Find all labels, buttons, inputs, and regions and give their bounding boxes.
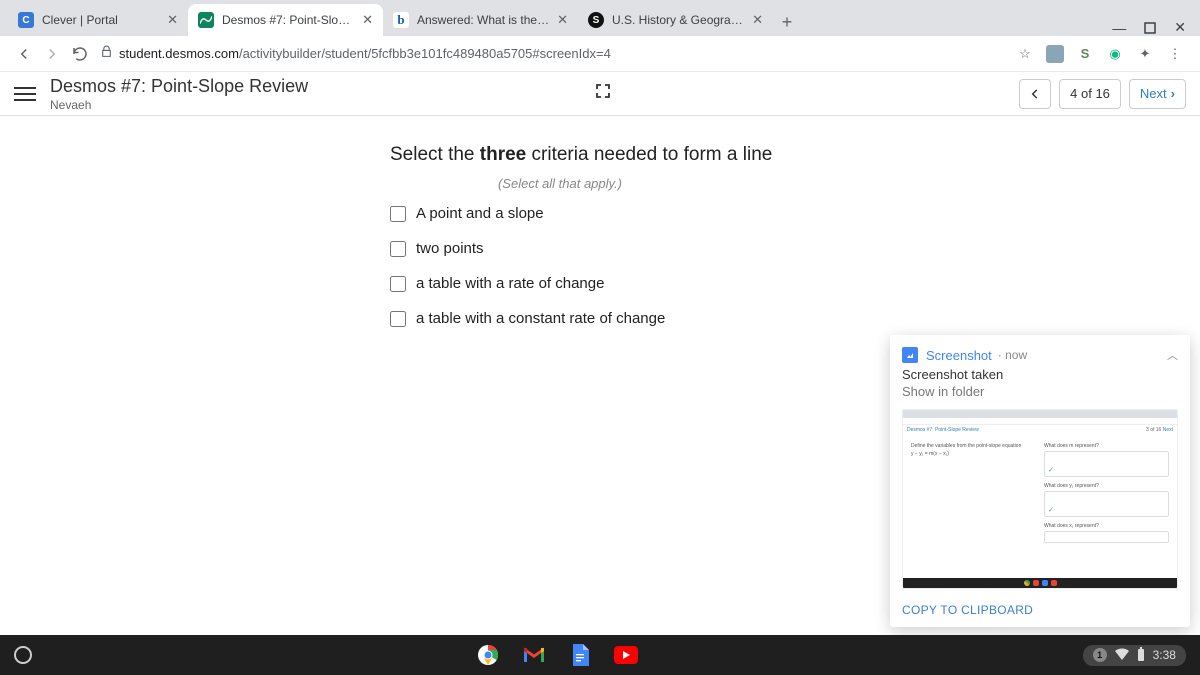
screenshot-notification[interactable]: Screenshot · now ︿ Screenshot taken Show… xyxy=(890,335,1190,627)
copy-to-clipboard-button[interactable]: COPY TO CLIPBOARD xyxy=(902,603,1178,617)
next-button[interactable]: Next› xyxy=(1129,79,1186,109)
address-bar[interactable]: student.desmos.com/activitybuilder/stude… xyxy=(119,46,1016,61)
activity-header: Desmos #7: Point-Slope Review Nevaeh 4 o… xyxy=(0,72,1200,116)
new-tab-button[interactable]: + xyxy=(773,8,801,36)
clock: 3:38 xyxy=(1153,648,1176,662)
prev-button[interactable] xyxy=(1019,79,1051,109)
wifi-icon xyxy=(1115,648,1129,663)
option-row[interactable]: two points xyxy=(390,240,1200,257)
tab-history[interactable]: S U.S. History & Geography-A: S1 - ✕ xyxy=(578,4,773,36)
minimize-icon[interactable]: — xyxy=(1112,20,1126,36)
option-checkbox[interactable] xyxy=(390,276,406,292)
battery-icon xyxy=(1137,647,1145,664)
system-tray[interactable]: 1 3:38 xyxy=(1083,645,1186,666)
notif-title: Screenshot taken xyxy=(902,367,1178,382)
bookmark-icon[interactable]: ☆ xyxy=(1016,45,1034,63)
page-indicator[interactable]: 4 of 16 xyxy=(1059,79,1121,109)
schoology-favicon: S xyxy=(588,12,604,28)
browser-toolbar: student.desmos.com/activitybuilder/stude… xyxy=(0,36,1200,72)
question-text: Select the three criteria needed to form… xyxy=(390,144,1200,166)
tab-title: Clever | Portal xyxy=(42,13,161,27)
docs-icon[interactable] xyxy=(568,643,592,667)
question-hint: (Select all that apply.) xyxy=(390,176,730,191)
chevron-up-icon[interactable]: ︿ xyxy=(1167,347,1178,363)
close-icon[interactable]: ✕ xyxy=(752,12,763,28)
option-label: A point and a slope xyxy=(416,205,544,222)
tab-bartleby[interactable]: b Answered: What is the correct eq ✕ xyxy=(383,4,578,36)
close-icon[interactable]: ✕ xyxy=(362,12,373,28)
chromeos-shelf: 1 3:38 xyxy=(0,635,1200,675)
toolbar-extensions: ☆ S ◉ ✦ ⋮ xyxy=(1016,45,1190,63)
maximize-icon[interactable] xyxy=(1144,22,1156,34)
option-label: two points xyxy=(416,240,484,257)
image-icon xyxy=(902,347,918,363)
close-icon[interactable]: ✕ xyxy=(557,12,568,28)
notification-badge[interactable]: 1 xyxy=(1093,648,1107,662)
extensions-puzzle-icon[interactable]: ✦ xyxy=(1136,45,1154,63)
extension-securly-icon[interactable]: S xyxy=(1076,45,1094,63)
notif-show-in-folder[interactable]: Show in folder xyxy=(902,384,1178,399)
pager: 4 of 16 Next› xyxy=(1019,79,1186,109)
chrome-icon[interactable] xyxy=(476,643,500,667)
clever-favicon: C xyxy=(18,12,34,28)
fullscreen-icon[interactable] xyxy=(595,83,611,104)
back-button[interactable] xyxy=(10,40,38,68)
hamburger-icon[interactable] xyxy=(14,87,36,101)
tab-title: Answered: What is the correct eq xyxy=(417,13,551,27)
tab-clever[interactable]: C Clever | Portal ✕ xyxy=(8,4,188,36)
option-checkbox[interactable] xyxy=(390,311,406,327)
option-checkbox[interactable] xyxy=(390,206,406,222)
window-controls: — ✕ xyxy=(1098,19,1200,36)
close-icon[interactable]: ✕ xyxy=(167,12,178,28)
tab-title: Desmos #7: Point-Slope Review xyxy=(222,13,356,27)
student-name: Nevaeh xyxy=(50,98,308,112)
tab-title: U.S. History & Geography-A: S1 - xyxy=(612,13,746,27)
notif-app-name: Screenshot xyxy=(926,348,992,363)
reload-button[interactable] xyxy=(66,40,94,68)
activity-title: Desmos #7: Point-Slope Review xyxy=(50,76,308,97)
shelf-apps xyxy=(476,643,638,667)
screenshot-thumbnail[interactable]: Desmos #7: Point-Slope Review3 of 16 Nex… xyxy=(902,409,1178,589)
extension-grammarly-icon[interactable]: ◉ xyxy=(1106,45,1124,63)
option-row[interactable]: a table with a rate of change xyxy=(390,275,1200,292)
close-window-icon[interactable]: ✕ xyxy=(1174,19,1186,36)
browser-tabstrip: C Clever | Portal ✕ Desmos #7: Point-Slo… xyxy=(0,0,1200,36)
menu-icon[interactable]: ⋮ xyxy=(1166,45,1184,63)
gmail-icon[interactable] xyxy=(522,643,546,667)
option-row[interactable]: A point and a slope xyxy=(390,205,1200,222)
option-row[interactable]: a table with a constant rate of change xyxy=(390,310,1200,327)
option-label: a table with a rate of change xyxy=(416,275,604,292)
extension-icon[interactable] xyxy=(1046,45,1064,63)
tab-desmos[interactable]: Desmos #7: Point-Slope Review ✕ xyxy=(188,4,383,36)
forward-button[interactable] xyxy=(38,40,66,68)
youtube-icon[interactable] xyxy=(614,643,638,667)
desmos-favicon xyxy=(198,12,214,28)
bartleby-favicon: b xyxy=(393,12,409,28)
launcher-button[interactable] xyxy=(14,646,32,664)
lock-icon[interactable] xyxy=(100,45,113,63)
notif-time: · now xyxy=(998,348,1027,362)
option-checkbox[interactable] xyxy=(390,241,406,257)
activity-content: Select the three criteria needed to form… xyxy=(0,116,1200,327)
option-label: a table with a constant rate of change xyxy=(416,310,665,327)
